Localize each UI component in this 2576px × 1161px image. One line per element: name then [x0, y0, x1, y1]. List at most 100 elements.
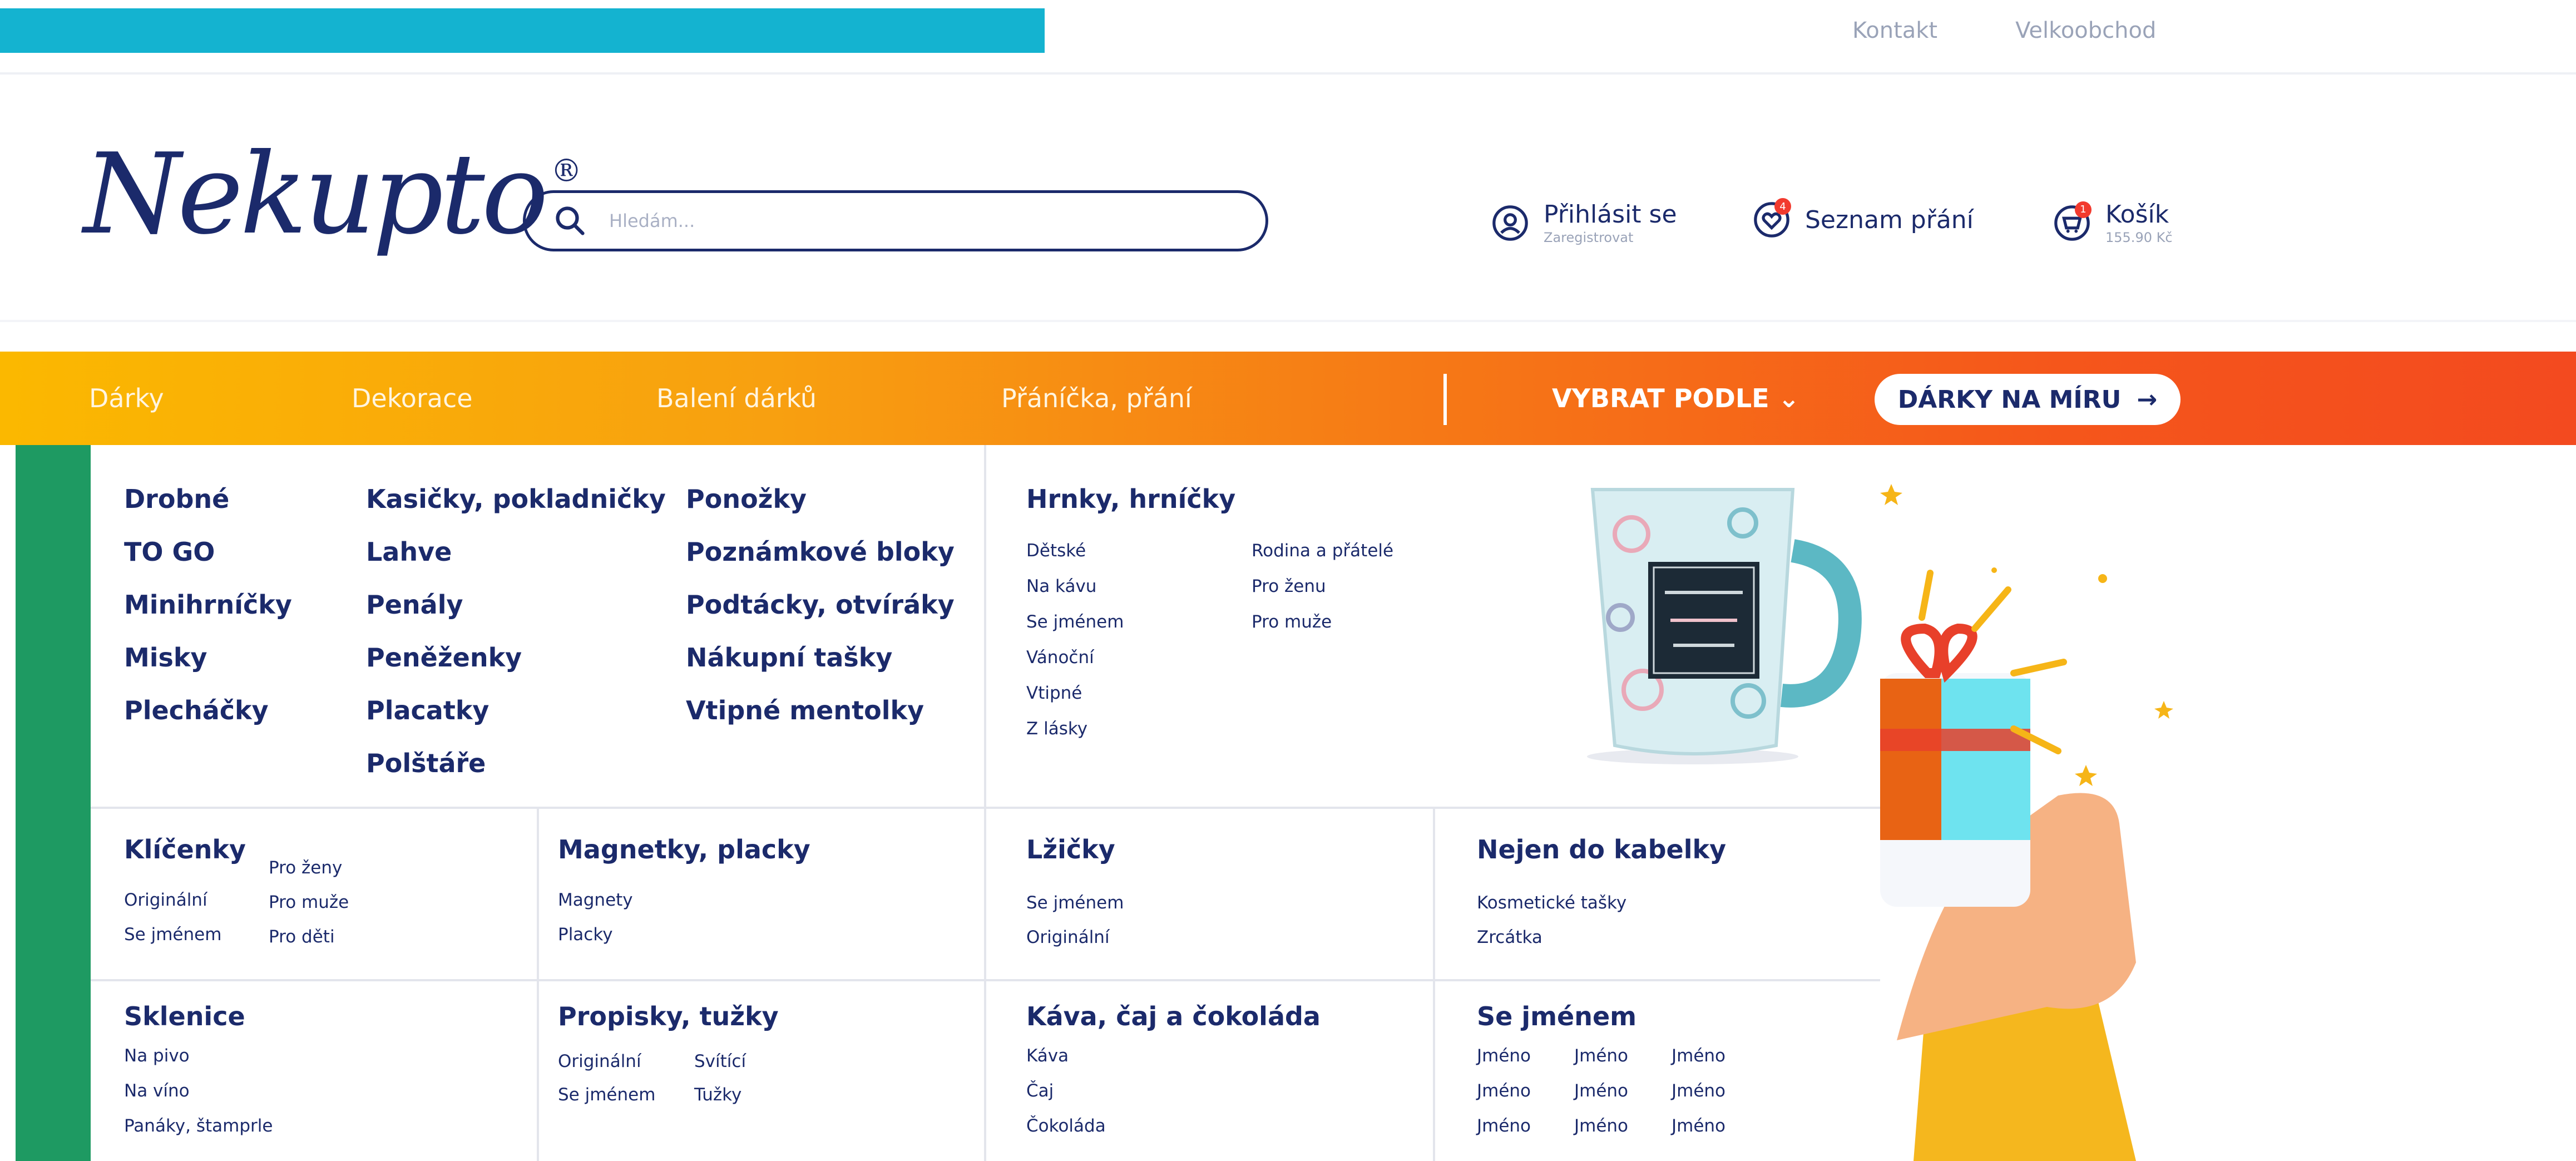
login-label: Přihlásit se [1544, 200, 1677, 229]
menu-sublink-klicenky-originalni[interactable]: Originální [124, 890, 207, 910]
menu-sublink-vanocni[interactable]: Vánoční [1026, 648, 1094, 668]
menu-sublink-caj[interactable]: Čaj [1026, 1081, 1054, 1101]
menu-link-hrnky[interactable]: Hrnky, hrníčky [1026, 484, 1235, 514]
cart-badge: 1 [2075, 201, 2092, 218]
menu-link-podtacky[interactable]: Podtácky, otvíráky [686, 590, 955, 620]
menu-link-plechacky[interactable]: Plecháčky [124, 695, 269, 725]
menu-sublink-z-lasky[interactable]: Z lásky [1026, 719, 1087, 739]
menu-sublink-zrcatka[interactable]: Zrcátka [1477, 927, 1542, 947]
menu-sublink-lzicky-originalni[interactable]: Originální [1026, 927, 1110, 947]
menu-divider-row-2 [91, 979, 1880, 981]
header-divider [0, 320, 2576, 322]
menu-sublink-pro-zenu[interactable]: Pro ženu [1252, 576, 1326, 596]
menu-sublink-cokolada[interactable]: Čokoláda [1026, 1116, 1106, 1136]
pick-by-dropdown[interactable]: VYBRAT PODLE ⌄ [1552, 383, 1799, 413]
user-icon [1491, 204, 1530, 243]
menu-link-placatky[interactable]: Placatky [366, 695, 489, 725]
menu-sublink-placky[interactable]: Placky [558, 925, 613, 945]
menu-link-nejen-do-kabelky[interactable]: Nejen do kabelky [1477, 834, 1726, 864]
wishlist-button[interactable]: 4 Seznam přání [1752, 198, 1974, 239]
menu-sublink-klicenky-pro-deti[interactable]: Pro děti [269, 927, 335, 947]
menu-sublink-na-kavu[interactable]: Na kávu [1026, 576, 1096, 596]
menu-sublink-na-vino[interactable]: Na víno [124, 1081, 190, 1101]
top-divider [0, 72, 2576, 75]
nav-separator [1443, 374, 1447, 425]
menu-sublink-propisky-se-jmenem[interactable]: Se jménem [558, 1085, 655, 1105]
cart-total: 155.90 Kč [2105, 230, 2173, 245]
background-green-stripe [16, 445, 91, 1161]
menu-sublink-jmeno[interactable]: Jméno [1574, 1046, 1628, 1066]
menu-sublink-magnety[interactable]: Magnety [558, 890, 633, 910]
nav-item-decorations[interactable]: Dekorace [352, 383, 473, 413]
logo[interactable]: Nekupto ® [83, 139, 582, 250]
menu-sublink-jmeno[interactable]: Jméno [1672, 1116, 1725, 1136]
cart-button[interactable]: 1 Košík 155.90 Kč [2053, 200, 2173, 245]
menu-link-minihrnicky[interactable]: Minihrníčky [124, 590, 292, 620]
menu-sublink-se-jmenem[interactable]: Se jménem [1026, 612, 1124, 632]
nav-item-gift-wrapping[interactable]: Balení dárků [656, 383, 817, 413]
menu-sublink-panaky[interactable]: Panáky, štamprle [124, 1116, 273, 1136]
heart-icon: 4 [1752, 198, 1791, 239]
menu-link-mentolky[interactable]: Vtipné mentolky [686, 695, 924, 725]
custom-gifts-label: DÁRKY NA MÍRU [1897, 385, 2122, 414]
menu-sublink-jmeno[interactable]: Jméno [1672, 1046, 1725, 1066]
menu-sublink-kava[interactable]: Káva [1026, 1046, 1069, 1066]
menu-sublink-lzicky-se-jmenem[interactable]: Se jménem [1026, 893, 1124, 913]
menu-link-ponozky[interactable]: Ponožky [686, 484, 807, 514]
menu-sublink-jmeno[interactable]: Jméno [1477, 1081, 1531, 1101]
menu-link-sklenice[interactable]: Sklenice [124, 1001, 245, 1031]
custom-gifts-button[interactable]: DÁRKY NA MÍRU → [1875, 374, 2181, 425]
menu-link-magnetky[interactable]: Magnetky, placky [558, 834, 810, 864]
wishlist-label: Seznam přání [1805, 205, 1974, 234]
menu-sublink-svitici[interactable]: Svítící [694, 1051, 746, 1071]
menu-sublink-jmeno[interactable]: Jméno [1672, 1081, 1725, 1101]
menu-link-kava-caj-cokolada[interactable]: Káva, čaj a čokoláda [1026, 1001, 1321, 1031]
register-link[interactable]: Zaregistrovat [1544, 230, 1677, 245]
menu-sublink-vtipne[interactable]: Vtipné [1026, 683, 1082, 703]
login-button[interactable]: Přihlásit se Zaregistrovat [1491, 200, 1677, 245]
menu-sublink-jmeno[interactable]: Jméno [1477, 1046, 1531, 1066]
top-accent-strip [0, 8, 1045, 53]
menu-sublink-tuzky[interactable]: Tužky [694, 1085, 741, 1105]
search-input[interactable] [609, 210, 1221, 231]
menu-sublink-jmeno[interactable]: Jméno [1574, 1116, 1628, 1136]
contact-link[interactable]: Kontakt [1852, 18, 1937, 43]
menu-sublink-kosmeticke-tasky[interactable]: Kosmetické tašky [1477, 893, 1626, 913]
nav-item-gifts[interactable]: Dárky [89, 383, 164, 413]
menu-sublink-pro-muze[interactable]: Pro muže [1252, 612, 1332, 632]
nav-item-cards[interactable]: Přáníčka, přání [1001, 383, 1192, 413]
mug-product-image[interactable] [1581, 478, 1871, 768]
search-icon [556, 206, 585, 235]
menu-link-poznamkove-bloky[interactable]: Poznámkové bloky [686, 537, 955, 567]
menu-link-penezenky[interactable]: Peněženky [366, 643, 522, 673]
pick-by-label: VYBRAT PODLE [1552, 383, 1769, 413]
logo-text: Nekupto [83, 130, 548, 259]
menu-link-penaly[interactable]: Penály [366, 590, 463, 620]
menu-link-drobne[interactable]: Drobné [124, 484, 229, 514]
cart-label: Košík [2105, 200, 2169, 229]
menu-link-klicenky[interactable]: Klíčenky [124, 834, 246, 864]
menu-link-polstare[interactable]: Polštáře [366, 748, 486, 778]
menu-sublink-jmeno[interactable]: Jméno [1574, 1081, 1628, 1101]
cart-icon: 1 [2053, 201, 2092, 243]
menu-sublink-klicenky-pro-muze[interactable]: Pro muže [269, 892, 349, 912]
menu-link-lzicky[interactable]: Lžičky [1026, 834, 1115, 864]
search-bar[interactable] [523, 190, 1268, 251]
wholesale-link[interactable]: Velkoobchod [2015, 18, 2156, 43]
menu-sublink-rodina[interactable]: Rodina a přátelé [1252, 541, 1393, 561]
menu-sublink-detske[interactable]: Dětské [1026, 541, 1086, 561]
menu-link-nakupni-tasky[interactable]: Nákupní tašky [686, 643, 892, 673]
menu-link-se-jmenem[interactable]: Se jménem [1477, 1001, 1636, 1031]
menu-sublink-propisky-originalni[interactable]: Originální [558, 1051, 641, 1071]
menu-link-to-go[interactable]: TO GO [124, 537, 215, 567]
menu-sublink-na-pivo[interactable]: Na pivo [124, 1046, 190, 1066]
main-nav: Dárky Dekorace Balení dárků Přáníčka, př… [0, 352, 2576, 445]
menu-sublink-klicenky-se-jmenem[interactable]: Se jménem [124, 925, 221, 945]
menu-link-lahve[interactable]: Lahve [366, 537, 452, 567]
menu-link-kasicky[interactable]: Kasičky, pokladničky [366, 484, 666, 514]
menu-sublink-klicenky-pro-zeny[interactable]: Pro ženy [269, 858, 342, 878]
menu-link-misky[interactable]: Misky [124, 643, 207, 673]
gift-hand-illustration [1880, 484, 2173, 1161]
menu-sublink-jmeno[interactable]: Jméno [1477, 1116, 1531, 1136]
menu-link-propisky[interactable]: Propisky, tužky [558, 1001, 779, 1031]
